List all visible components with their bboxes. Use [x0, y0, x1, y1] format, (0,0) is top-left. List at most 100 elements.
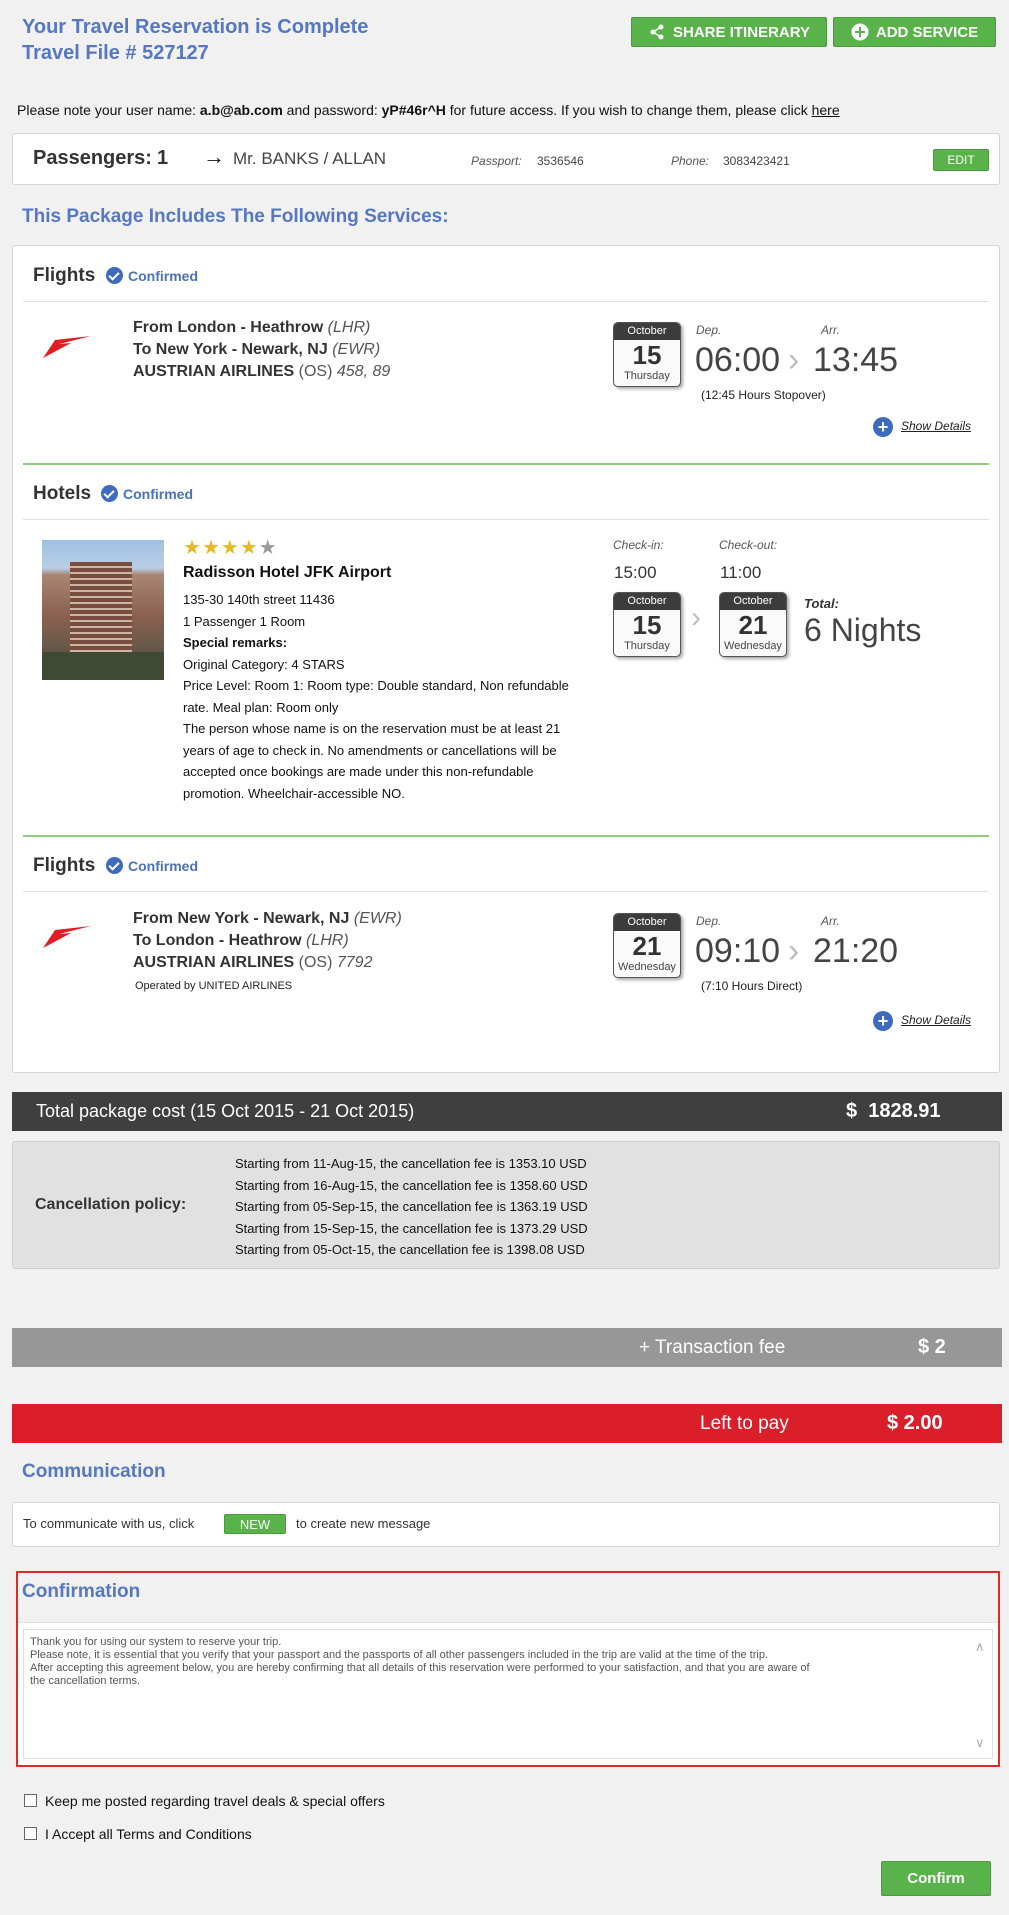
- flight1-airline-code: (OS): [298, 363, 333, 380]
- calendar-weekday: Wednesday: [724, 640, 782, 652]
- flight2-show-details-link[interactable]: Show Details: [901, 1013, 971, 1027]
- new-message-button[interactable]: NEW: [224, 1514, 286, 1534]
- edit-passenger-button[interactable]: EDIT: [933, 149, 989, 171]
- austrian-airlines-logo: [41, 334, 93, 365]
- remark-line: years of age to check in. No amendments …: [183, 742, 557, 758]
- calendar-month: October: [720, 593, 786, 610]
- accept-terms-label: I Accept all Terms and Conditions: [45, 1826, 252, 1842]
- flight1-show-details-link[interactable]: Show Details: [901, 419, 971, 433]
- dep-label: Dep.: [696, 914, 722, 928]
- calendar-weekday: Thursday: [624, 370, 670, 382]
- flight2-from-city: From New York - Newark, NJ: [133, 910, 350, 927]
- scroll-up-icon[interactable]: ∧: [975, 1640, 985, 1653]
- plus-circle-icon: [851, 23, 869, 41]
- add-service-button[interactable]: ADD SERVICE: [833, 17, 996, 47]
- reservation-title: Your Travel Reservation is Complete: [22, 16, 369, 38]
- star-filled-icon: ★: [201, 537, 220, 559]
- scroll-down-icon[interactable]: ∨: [975, 1736, 985, 1749]
- checkin-time: 15:00: [614, 563, 657, 582]
- terms-line: Thank you for using our system to reserv…: [30, 1636, 282, 1648]
- add-service-label: ADD SERVICE: [875, 23, 979, 41]
- checkin-label: Check-in:: [613, 538, 664, 552]
- calendar-weekday: Wednesday: [618, 961, 676, 973]
- total-package-label: Total package cost (15 Oct 2015 - 21 Oct…: [36, 1101, 415, 1121]
- star-filled-icon: ★: [220, 537, 239, 559]
- terms-line: After accepting this agreement below, yo…: [30, 1662, 810, 1674]
- cancellation-fee-line: Starting from 11-Aug-15, the cancellatio…: [235, 1156, 587, 1171]
- passport-label: Passport:: [471, 154, 522, 168]
- hotel-photo: [42, 540, 164, 680]
- passengers-row: Passengers: 1 → Mr. BANKS / ALLAN Passpo…: [12, 133, 1000, 185]
- arr-label: Arr.: [821, 914, 840, 928]
- remark-line: promotion. Wheelchair-accessible NO.: [183, 785, 405, 801]
- flight1-to-code: (EWR): [332, 341, 381, 358]
- note-suffix: for future access. If you wish to change…: [445, 102, 812, 118]
- hotel-address: 135-30 140th street 11436: [183, 592, 335, 607]
- total-package-bar: Total package cost (15 Oct 2015 - 21 Oct…: [12, 1092, 1002, 1131]
- share-itinerary-label: SHARE ITINERARY: [673, 23, 810, 41]
- confirmed-label: Confirmed: [123, 485, 193, 502]
- flight2-date-calendar: October 21 Wednesday: [613, 913, 681, 978]
- flights-title: Flights: [33, 265, 96, 286]
- note-username: a.b@ab.com: [199, 102, 283, 118]
- left-to-pay-bar: Left to pay $ 2.00: [12, 1404, 1002, 1443]
- arrow-right-icon: →: [203, 144, 225, 169]
- confirmed-label: Confirmed: [128, 267, 198, 284]
- arr-label: Arr.: [821, 323, 840, 337]
- divider: [23, 463, 989, 465]
- flight2-stopover: (7:10 Hours Direct): [701, 979, 803, 993]
- cancellation-fee-line: Starting from 15-Sep-15, the cancellatio…: [235, 1220, 588, 1236]
- hotel-name: Radisson Hotel JFK Airport: [183, 564, 392, 581]
- remark-line: The person whose name is on the reservat…: [183, 721, 561, 736]
- phone-value: 3083423421: [723, 154, 790, 168]
- note-prefix: Please note your user name:: [17, 102, 200, 118]
- terms-textarea[interactable]: Thank you for using our system to reserv…: [23, 1629, 993, 1759]
- calendar-month: October: [614, 914, 680, 931]
- communication-heading: Communication: [22, 1461, 166, 1482]
- checkin-calendar: October 15 Thursday: [613, 592, 681, 657]
- plus-circle-icon[interactable]: +: [873, 417, 893, 437]
- communication-suffix: to create new message: [296, 1516, 431, 1531]
- calendar-day: 21: [738, 610, 768, 640]
- change-credentials-link[interactable]: here: [812, 102, 840, 118]
- star-empty-icon: ★: [258, 537, 277, 559]
- dep-label: Dep.: [696, 323, 722, 337]
- cancellation-fee-list: Starting from 11-Aug-15, the cancellatio…: [235, 1153, 588, 1261]
- passport-value: 3536546: [537, 154, 584, 168]
- keep-posted-checkbox[interactable]: [24, 1794, 37, 1807]
- flight2-route: From New York - Newark, NJ (EWR) To Lond…: [133, 908, 402, 992]
- terms-line: Please note, it is essential that you ve…: [30, 1649, 769, 1661]
- cancellation-policy-box: Cancellation policy: Starting from 11-Au…: [12, 1141, 1000, 1269]
- plus-circle-icon[interactable]: +: [873, 1011, 893, 1031]
- flight2-arr-time: 21:20: [813, 932, 899, 970]
- services-heading: This Package Includes The Following Serv…: [22, 206, 449, 227]
- divider: [23, 519, 989, 520]
- share-itinerary-button[interactable]: SHARE ITINERARY: [631, 17, 827, 47]
- flight1-to: To New York - Newark, NJ (EWR): [133, 339, 390, 361]
- page-title: Your Travel Reservation is Complete Trav…: [22, 14, 368, 66]
- cancellation-fee-line: Starting from 05-Oct-15, the cancellatio…: [235, 1242, 585, 1257]
- left-to-pay-amount: $ 2.00: [887, 1412, 943, 1434]
- flight2-numbers: 7792: [336, 954, 373, 971]
- flight2-airline: AUSTRIAN AIRLINES (OS) 7792: [133, 952, 402, 974]
- flight2-to-city: To London - Heathrow: [133, 932, 302, 949]
- accept-terms-checkbox[interactable]: [24, 1827, 37, 1840]
- passengers-count: 1: [157, 147, 169, 169]
- flight1-airline: AUSTRIAN AIRLINES (OS) 458, 89: [133, 361, 390, 383]
- hotel-details: 135-30 140th street 11436 1 Passenger 1 …: [183, 589, 623, 804]
- calendar-day: 15: [632, 610, 662, 640]
- remark-line: Price Level: Room 1: Room type: Double s…: [183, 678, 569, 693]
- checkout-time: 11:00: [720, 563, 762, 582]
- divider: [23, 835, 989, 837]
- confirm-button[interactable]: Confirm: [881, 1861, 991, 1896]
- check-circle-icon: [106, 267, 123, 284]
- star-filled-icon: ★: [183, 537, 201, 559]
- divider: [23, 301, 989, 302]
- flight2-dep-time: 09:10: [695, 932, 781, 970]
- check-circle-icon: [101, 485, 118, 502]
- confirmed-label: Confirmed: [128, 857, 198, 874]
- flight2-confirmed-badge: Confirmed: [106, 857, 198, 874]
- calendar-day: 15: [632, 340, 662, 370]
- keep-posted-label: Keep me posted regarding travel deals & …: [45, 1793, 385, 1809]
- flight1-confirmed-badge: Confirmed: [106, 267, 198, 284]
